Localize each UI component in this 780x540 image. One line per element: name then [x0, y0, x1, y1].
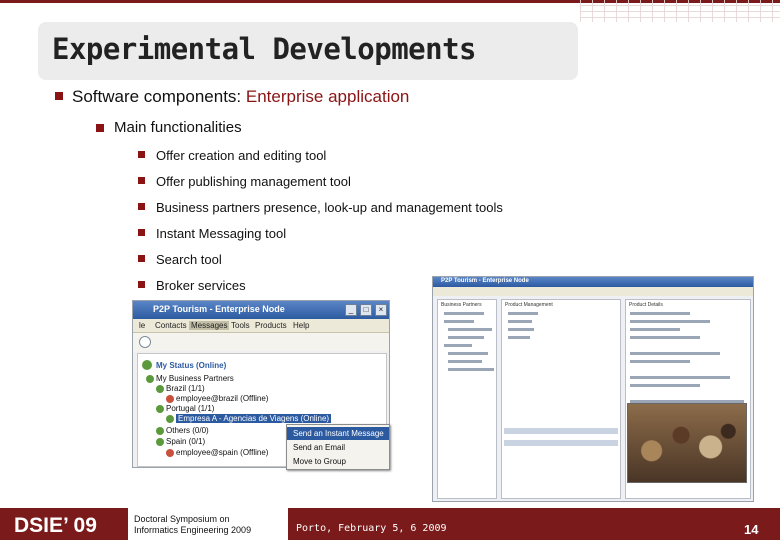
bullet-icon [138, 229, 145, 236]
menu-file[interactable]: le [139, 321, 145, 330]
tree-node[interactable] [448, 328, 492, 331]
user-status-icon [142, 360, 152, 370]
footer-symposium: Doctoral Symposium on Informatics Engine… [134, 514, 251, 536]
business-partners-pane: Business Partners [437, 299, 497, 499]
bullet-icon [55, 92, 63, 100]
footer-date: Porto, February 5, 6 2009 [296, 523, 447, 534]
bullet-icon [138, 203, 145, 210]
product-management-pane: Product Management [501, 299, 621, 499]
menu-products[interactable]: Products [255, 321, 287, 330]
detail-line [630, 312, 690, 315]
group-icon [146, 375, 154, 383]
enterprise-app-screenshot: P2P Tourism - Enterprise Node Business P… [432, 276, 754, 502]
detail-line [630, 328, 680, 331]
user-online-icon [166, 415, 174, 423]
menu-contacts[interactable]: Contacts [155, 321, 187, 330]
product-photo [627, 403, 747, 483]
symposium-line2: Informatics Engineering 2009 [134, 525, 252, 535]
page-number: 14 [744, 522, 759, 537]
group-icon [156, 438, 164, 446]
window-title: P2P Tourism - Enterprise Node [441, 278, 529, 284]
list-item: Instant Messaging tool [156, 226, 287, 241]
bullet-software-components: Software components: Enterprise applicat… [72, 87, 409, 107]
menu-help[interactable]: Help [293, 321, 309, 330]
my-status[interactable]: My Status (Online) [156, 361, 226, 370]
tree-node[interactable] [444, 312, 484, 315]
detail-line [630, 384, 700, 387]
detail-line [630, 352, 720, 355]
menu-item-move-to-group[interactable]: Move to Group [287, 455, 389, 468]
menu-item-send-email[interactable]: Send an Email [287, 441, 389, 454]
group-icon [156, 385, 164, 393]
bullet-accent: Enterprise application [245, 87, 410, 106]
grid-decoration [580, 0, 780, 22]
section-header [504, 440, 618, 446]
bullet-icon [138, 255, 145, 262]
tree-node[interactable] [444, 320, 474, 323]
user-offline-icon [166, 449, 174, 457]
tree-node[interactable]: My Business Partners [156, 374, 234, 383]
list-item: Offer publishing management tool [156, 174, 351, 189]
context-menu: Send an Instant Message Send an Email Mo… [286, 424, 390, 470]
tree-node[interactable] [508, 320, 532, 323]
list-item: Search tool [156, 252, 222, 267]
tree-node[interactable]: employee@brazil (Offline) [176, 394, 268, 403]
symposium-line1: Doctoral Symposium on [134, 514, 230, 524]
tree-node[interactable] [508, 312, 538, 315]
tree-node[interactable]: Others (0/0) [166, 426, 209, 435]
tree-node-selected[interactable]: Empresa A - Agencias de Viagens (Online) [176, 414, 332, 423]
tree-node[interactable] [448, 368, 494, 371]
footer-logo: DSIE’ 09 [14, 514, 97, 537]
pane-header: Product Details [629, 302, 663, 308]
tree-node[interactable] [508, 328, 534, 331]
bullet-icon [138, 177, 145, 184]
menu-tools[interactable]: Tools [231, 321, 250, 330]
tree-node[interactable] [448, 352, 488, 355]
list-item: Offer creation and editing tool [156, 148, 327, 163]
detail-line [630, 360, 690, 363]
user-offline-icon [166, 395, 174, 403]
group-icon [156, 427, 164, 435]
tree-node[interactable]: employee@spain (Offline) [176, 448, 268, 457]
tree-node[interactable] [508, 336, 530, 339]
bullet-prefix: Software components: [72, 87, 242, 106]
detail-line [630, 376, 730, 379]
pane-header: Product Management [505, 302, 553, 308]
toolbar [133, 333, 389, 351]
bullet-main-functionalities: Main functionalities [114, 119, 242, 136]
detail-line [630, 336, 700, 339]
section-header [504, 428, 618, 434]
bullet-icon [138, 151, 145, 158]
list-item: Business partners presence, look-up and … [156, 200, 503, 215]
search-icon[interactable] [139, 336, 151, 348]
pane-header: Business Partners [441, 302, 482, 308]
menu-messages[interactable]: Messages [189, 321, 230, 330]
tree-node[interactable]: Spain (0/1) [166, 437, 205, 446]
tree-node[interactable] [444, 344, 472, 347]
bullet-icon [138, 281, 145, 288]
tree-node[interactable]: Brazil (1/1) [166, 384, 205, 393]
detail-line [630, 320, 710, 323]
tree-node[interactable]: Portugal (1/1) [166, 404, 214, 413]
tree-node[interactable] [448, 336, 484, 339]
tree-node[interactable] [448, 360, 482, 363]
bullet-icon [96, 124, 104, 132]
window-title: P2P Tourism - Enterprise Node [153, 304, 285, 314]
minimize-icon[interactable]: _ [345, 304, 357, 316]
menu-bar [433, 287, 753, 296]
close-icon[interactable]: × [375, 304, 387, 316]
slide-title: Experimental Developments [52, 32, 477, 66]
menu-item-send-im[interactable]: Send an Instant Message [287, 427, 389, 440]
list-item: Broker services [156, 278, 246, 293]
maximize-icon[interactable]: □ [360, 304, 372, 316]
group-icon [156, 405, 164, 413]
